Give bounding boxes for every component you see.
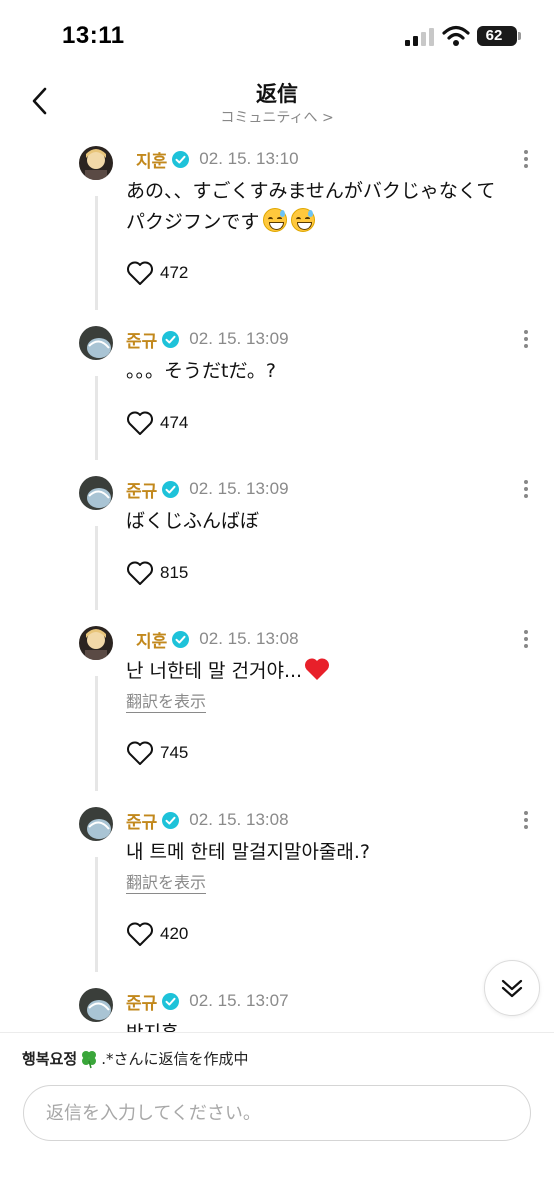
more-icon[interactable] — [516, 809, 536, 831]
heart-icon — [127, 411, 153, 435]
avatar[interactable] — [79, 326, 113, 360]
timestamp: 02. 15. 13:09 — [189, 329, 289, 348]
comment-item: 준규 02. 15. 13:08 내 트메 한테 말걸지말아줄래.? 翻訳を表示… — [0, 801, 554, 982]
comment-item: 지훈 02. 15. 13:10 あの、、すごくすみませんがバクじゃなくて パク… — [0, 140, 554, 320]
status-time: 13:11 — [62, 22, 125, 49]
comment-item: 지훈 02. 15. 13:08 난 너한테 말 건거야... 翻訳を表示 74… — [0, 620, 554, 801]
more-icon[interactable] — [516, 628, 536, 650]
verified-icon — [172, 630, 190, 648]
more-icon[interactable] — [516, 328, 536, 350]
battery-level: 62 — [485, 27, 503, 44]
chevron-double-down-icon — [501, 979, 523, 998]
like-button[interactable]: 815 — [126, 560, 188, 586]
clover-icon — [82, 1050, 97, 1068]
timestamp: 02. 15. 13:10 — [199, 149, 299, 168]
comment-text: あの、、すごくすみませんがバクじゃなくて パクジフンです — [126, 176, 536, 238]
timestamp: 02. 15. 13:08 — [199, 629, 299, 648]
heart-icon — [127, 741, 153, 765]
heart-icon — [127, 922, 153, 946]
header: 返信 コミュニティへ > — [0, 70, 554, 132]
community-link[interactable]: コミュニティへ > — [0, 107, 554, 127]
more-icon[interactable] — [516, 148, 536, 170]
like-button[interactable]: 472 — [126, 260, 188, 286]
reply-target-user: 행복요정 — [22, 1050, 78, 1068]
avatar[interactable] — [79, 146, 113, 180]
comment-text: 。。。そうだtだ。? — [126, 360, 276, 382]
grinning-sweat-emoji — [291, 208, 316, 232]
verified-icon — [162, 330, 180, 348]
translate-link[interactable]: 翻訳を表示 — [126, 692, 207, 713]
comment-text: ばくじふんばぼ — [126, 510, 260, 532]
page-title: 返信 — [256, 82, 298, 106]
avatar[interactable] — [79, 476, 113, 510]
like-button[interactable]: 420 — [126, 921, 188, 947]
comment-item: 준규 02. 15. 13:09 ばくじふんばぼ 815 — [0, 470, 554, 620]
thread-line — [95, 526, 98, 610]
comment-meta: 준규 02. 15. 13:09 — [126, 327, 289, 352]
comment-meta: 지훈 02. 15. 13:10 — [126, 147, 299, 172]
comment-text: 박지훈 — [126, 1018, 536, 1032]
like-count: 420 — [160, 924, 189, 943]
thread-line — [95, 376, 98, 460]
timestamp: 02. 15. 13:09 — [189, 479, 289, 498]
comment-meta: 지훈 02. 15. 13:08 — [126, 627, 299, 652]
red-heart-emoji — [305, 658, 330, 680]
comment-body: 난 너한테 말 건거야... — [126, 660, 303, 682]
like-count: 472 — [160, 263, 189, 282]
thread-line — [95, 196, 98, 310]
grinning-sweat-emoji — [263, 208, 288, 232]
heart-icon — [127, 261, 153, 285]
heart-icon — [127, 561, 153, 585]
comment-text: 내 트메 한테 말걸지말아줄래.? — [126, 841, 371, 863]
like-count: 815 — [160, 563, 189, 582]
avatar[interactable] — [79, 988, 113, 1022]
verified-icon — [162, 480, 180, 498]
username[interactable]: 준규 — [126, 808, 157, 833]
scroll-to-bottom-button[interactable] — [484, 960, 540, 1016]
cellular-signal-icon — [405, 28, 434, 46]
username[interactable]: 준규 — [126, 327, 157, 352]
comment-item: 준규 02. 15. 13:07 박지훈 — [0, 982, 554, 1032]
comment-text: 난 너한테 말 건거야... — [126, 656, 536, 687]
timestamp: 02. 15. 13:07 — [189, 991, 289, 1010]
username[interactable]: 준규 — [126, 989, 157, 1014]
reply-thread: 지훈 02. 15. 13:10 あの、、すごくすみませんがバクじゃなくて パク… — [0, 140, 554, 1032]
verified-icon — [162, 811, 180, 829]
verified-icon — [172, 150, 190, 168]
thread-line — [95, 857, 98, 972]
like-button[interactable]: 474 — [126, 410, 188, 436]
comment-meta: 준규 02. 15. 13:09 — [126, 477, 289, 502]
reply-target-suffix: .*さんに返信を作成中 — [101, 1050, 249, 1068]
avatar[interactable] — [79, 626, 113, 660]
like-count: 745 — [160, 743, 189, 762]
timestamp: 02. 15. 13:08 — [189, 810, 289, 829]
thread-line — [95, 676, 98, 791]
reply-target: 행복요정 .*さんに返信を作成中 — [22, 1048, 248, 1069]
avatar[interactable] — [79, 807, 113, 841]
comment-meta: 준규 02. 15. 13:07 — [126, 989, 289, 1014]
reply-composer: 행복요정 .*さんに返信を作成中 — [0, 1032, 554, 1199]
more-icon[interactable] — [516, 478, 536, 500]
like-count: 474 — [160, 413, 189, 432]
wifi-icon — [442, 25, 470, 46]
comment-item: 준규 02. 15. 13:09 。。。そうだtだ。? 474 — [0, 320, 554, 470]
verified-icon — [162, 992, 180, 1010]
username[interactable]: 지훈 — [136, 627, 167, 652]
username[interactable]: 지훈 — [136, 147, 167, 172]
username[interactable]: 준규 — [126, 477, 157, 502]
translate-link[interactable]: 翻訳を表示 — [126, 873, 207, 894]
battery-icon: 62 — [477, 26, 521, 46]
comment-meta: 준규 02. 15. 13:08 — [126, 808, 289, 833]
status-bar: 13:11 62 — [0, 0, 554, 70]
like-button[interactable]: 745 — [126, 740, 188, 766]
reply-input[interactable] — [23, 1085, 531, 1141]
